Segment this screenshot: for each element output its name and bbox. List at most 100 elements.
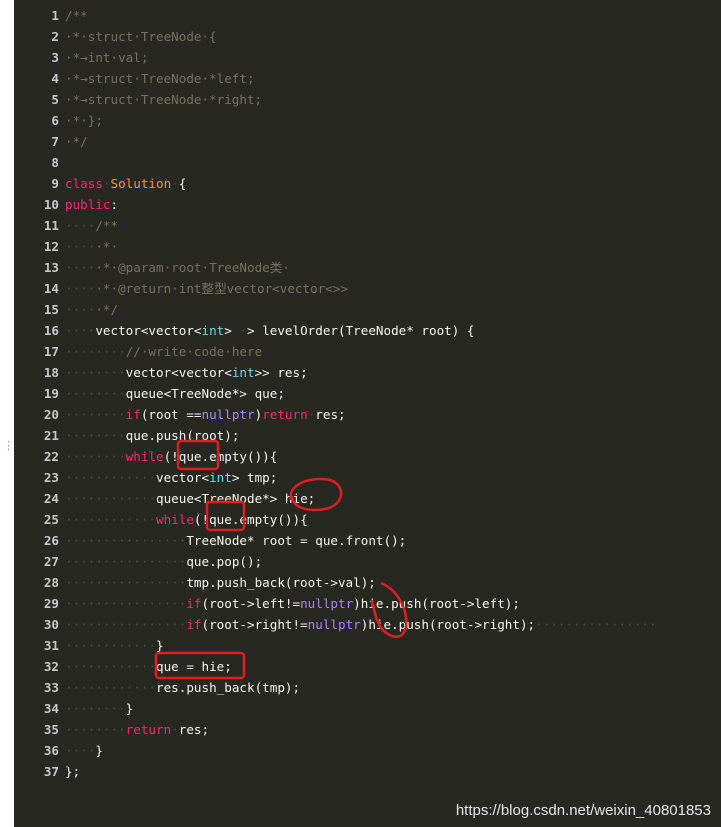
code-line[interactable]: 25 ············while(!que.empty()){ [14,509,721,530]
code-line[interactable]: 15 ·····*/ [14,299,721,320]
code-line[interactable]: 22 ········while(!que.empty()){ [14,446,721,467]
code-token: ············ [65,638,156,653]
drag-handle-icon[interactable]: ⋮ [3,440,14,452]
code-token: ················ [65,575,187,590]
code-token: (root->left!= [201,596,301,611]
code-text: ········//·write·code·here [65,341,262,362]
code-text: ············} [65,635,164,656]
code-token: ···· [65,218,96,233]
code-token: ···· [65,743,96,758]
line-number: 6 [51,113,59,128]
code-text: class·Solution·{ [65,173,186,194]
code-token: ········ [65,722,126,737]
code-line[interactable]: 16 ····vector<vector<int> ·> levelOrder(T… [14,320,721,341]
code-line[interactable]: 7 ·*/ [14,131,721,152]
code-line[interactable]: 33 ············res.push_back(tmp); [14,677,721,698]
code-token: root [262,533,301,548]
code-token: · [171,722,179,737]
code-text: ········que.push(root); [65,425,239,446]
code-token: TreeNode* [186,533,263,548]
code-token: } [125,701,134,716]
line-number: 2 [51,29,59,44]
code-token: ········ [65,407,126,422]
code-line[interactable]: 23 ············vector<int> tmp; [14,467,721,488]
code-text: ·····*·@param·root·TreeNode类· [65,257,290,278]
code-token: }; [65,764,81,779]
code-text: ·····*·@return·int整型vector<vector<>> [65,278,348,299]
code-line[interactable]: 14 ·····*·@return·int整型vector<vector<>> [14,278,721,299]
code-token: ·*→struct·TreeNode·*left; [65,71,255,86]
code-token: ·*/ [65,134,88,149]
code-line[interactable]: 10 public: [14,194,721,215]
code-line[interactable]: 35 ········return·res; [14,719,721,740]
code-token: · [171,176,179,191]
code-token: ·*·@return·int整型vector<vector<>> [95,281,348,296]
code-token: ···· [65,281,96,296]
code-token: ···· [65,323,96,338]
code-token: res; [277,365,308,380]
code-token: ········ [65,344,126,359]
code-token: return [125,722,172,737]
code-line[interactable]: 32 ············que = hie; [14,656,721,677]
line-number: 13 [43,260,59,275]
line-number: 37 [43,764,59,779]
code-line[interactable]: 8 [14,152,721,173]
line-number: 31 [43,638,59,653]
code-line[interactable]: 1 /** [14,5,721,26]
code-line[interactable]: 13 ·····*·@param·root·TreeNode类· [14,257,721,278]
code-line[interactable]: 36 ····} [14,740,721,761]
code-line[interactable]: 30 ················if(root->right!=nullpt… [14,614,721,635]
code-token: ················ [65,533,187,548]
code-line[interactable]: 12 ·····*· [14,236,721,257]
code-line[interactable]: 21 ········que.push(root); [14,425,721,446]
line-number: 24 [43,491,59,506]
code-line[interactable]: 28 ················tmp.push_back(root->va… [14,572,721,593]
code-text: ·····*/ [65,299,118,320]
line-number: 14 [43,281,59,296]
code-line[interactable]: 5 ·*→struct·TreeNode·*right; [14,89,721,110]
code-line[interactable]: 31 ············} [14,635,721,656]
code-text: ·*/ [65,131,88,152]
code-text: ············res.push_back(tmp); [65,677,300,698]
code-line[interactable]: 3 ·*→int·val; [14,47,721,68]
code-editor[interactable]: 1 /** 2 ·*·struct·TreeNode·{ 3 ·*→int·val; 4 ·*… [14,0,721,827]
code-line[interactable]: 27 ················que.pop(); [14,551,721,572]
code-line[interactable]: 2 ·*·struct·TreeNode·{ [14,26,721,47]
code-token: ·*·struct·TreeNode·{ [65,29,217,44]
code-line[interactable]: 34 ········} [14,698,721,719]
code-line[interactable]: 17 ········//·write·code·here [14,341,721,362]
code-line[interactable]: 11 ····/** [14,215,721,236]
code-token: ···· [65,239,96,254]
code-text: public: [65,194,118,215]
line-number: 15 [43,302,59,317]
code-token: ········ [65,386,126,401]
code-text: ·*→struct·TreeNode·*left; [65,68,255,89]
code-line[interactable]: 9 class·Solution·{ [14,173,721,194]
code-token: ········ [65,449,126,464]
code-token: = [186,659,202,674]
code-text: ············vector<int> tmp; [65,467,277,488]
code-token: · [239,323,248,338]
line-number: 20 [43,407,59,422]
code-line[interactable]: 24 ············queue<TreeNode*> hie; [14,488,721,509]
code-token: ········ [65,428,126,443]
code-line[interactable]: 29 ················if(root->left!=nullptr… [14,593,721,614]
code-line[interactable]: 4 ·*→struct·TreeNode·*left; [14,68,721,89]
code-line[interactable]: 19 ········queue<TreeNode*> que; [14,383,721,404]
code-token: while [125,449,164,464]
code-text: ········} [65,698,133,719]
code-line[interactable]: 26 ················TreeNode* root = que.f… [14,530,721,551]
code-token: ·*· [95,239,119,254]
code-token: //·write·code·here [125,344,263,359]
code-line[interactable]: 18 ········vector<vector<int>> res; [14,362,721,383]
code-text: ·····*· [65,236,118,257]
code-line[interactable]: 37}; [14,761,721,782]
code-token: ················ [535,617,657,632]
line-number: 23 [43,470,59,485]
code-token: tmp.push_back(root->val); [186,575,376,590]
code-line[interactable]: 20 ········if(root ==nullptr)return·res; [14,404,721,425]
code-token: ············ [65,512,156,527]
code-line[interactable]: 6 ·*·}; [14,110,721,131]
code-text: ················if(root->right!=nullptr)… [65,614,656,635]
line-number: 1 [51,8,59,23]
